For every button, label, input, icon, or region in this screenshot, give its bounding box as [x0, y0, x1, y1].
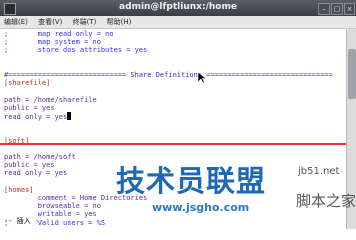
scrollbar-thumb[interactable] [348, 49, 356, 99]
editor-line: [sharefile] [4, 79, 51, 88]
watermark-brand: 技术员联盟 [116, 164, 267, 198]
editor-line: read only = yes [4, 112, 72, 121]
watermark-site-name: 脚本之家 [296, 192, 356, 210]
menu-edit[interactable]: 编辑(E) [0, 16, 32, 28]
editor-line: ; store dos attributes = yes [4, 46, 148, 55]
editor-line: read only = yes [4, 169, 68, 178]
editor-mode-indicator: -- 插入 -- [4, 217, 44, 225]
menu-view[interactable]: 查看(V) [34, 16, 66, 28]
editor-line: #============================ Share Defi… [4, 71, 333, 79]
window-title-bar: admin@lfptliunx:/home – □ × [0, 0, 356, 16]
menu-help[interactable]: 帮助(H) [103, 16, 136, 28]
text-cursor [67, 112, 72, 120]
maximize-icon[interactable]: □ [331, 3, 343, 15]
menu-bar: 编辑(E) 查看(V) 终端(T) 帮助(H) [0, 16, 356, 29]
minimize-icon[interactable]: – [318, 3, 330, 15]
window-title: admin@lfptliunx:/home [119, 2, 237, 12]
watermark-site: jb51.net [298, 166, 340, 177]
mouse-pointer-icon [198, 72, 206, 84]
close-icon[interactable]: × [344, 3, 355, 15]
watermark-url: www.jsgho.com [152, 201, 250, 214]
highlight-line [0, 143, 346, 145]
menu-terminal[interactable]: 终端(T) [69, 16, 101, 28]
